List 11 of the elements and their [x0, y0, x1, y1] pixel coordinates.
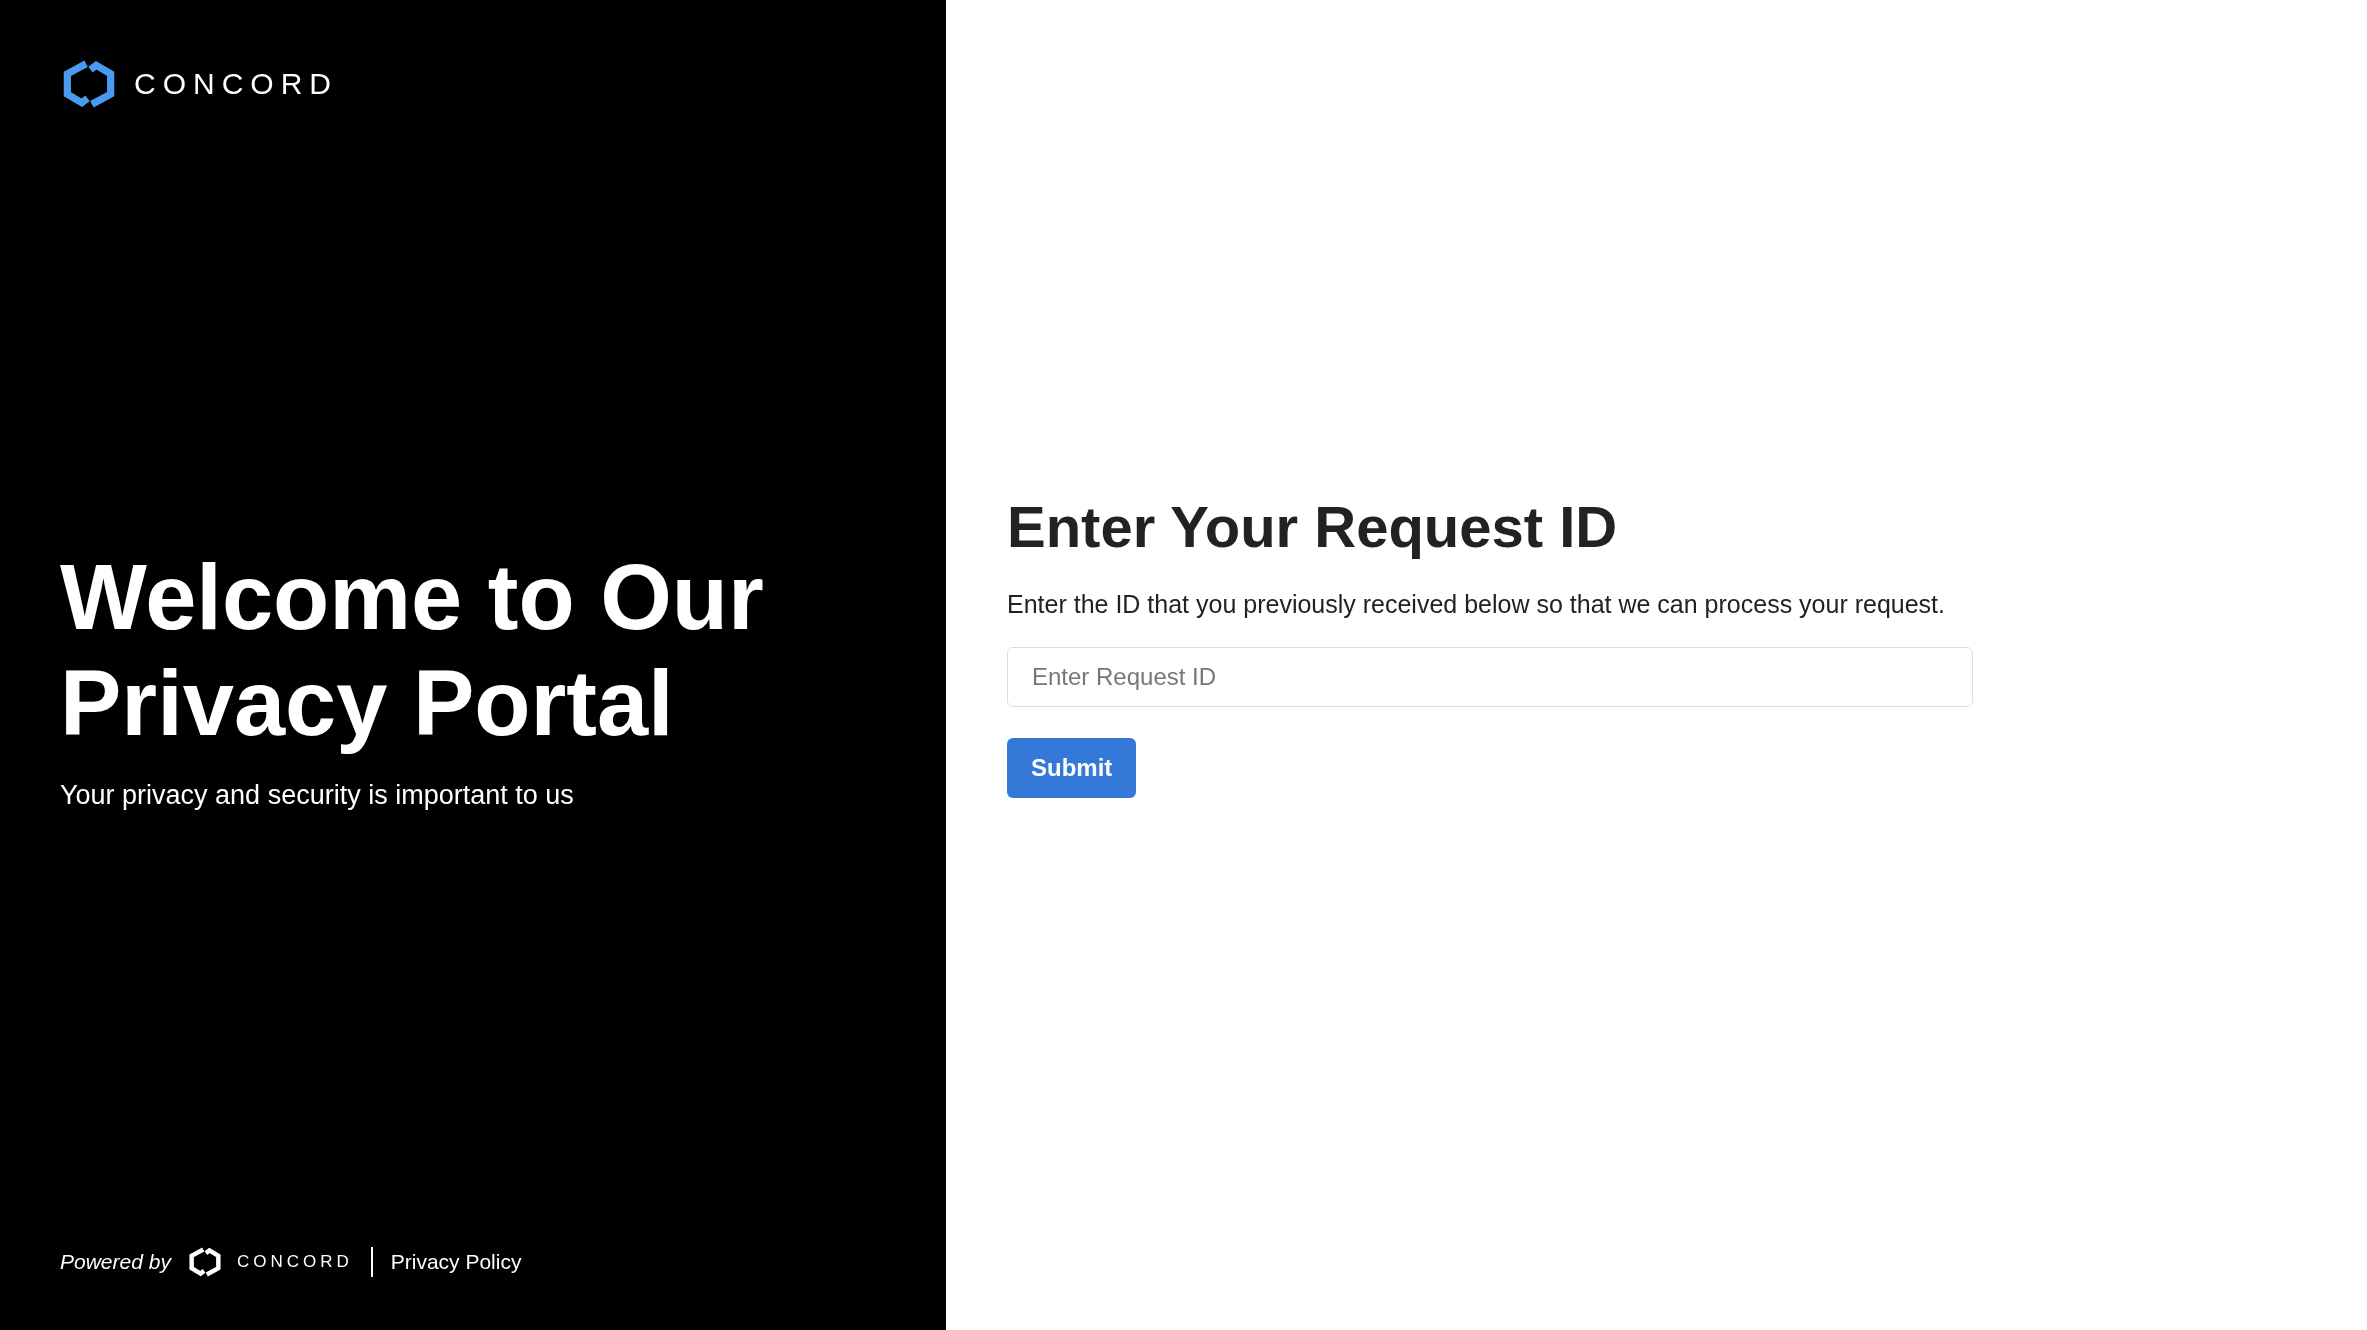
brand-name: CONCORD: [236, 1252, 353, 1272]
brand-name: CONCORD: [134, 67, 338, 101]
powered-by-text: Powered by: [60, 1250, 171, 1274]
form-title: Enter Your Request ID: [1007, 492, 1619, 560]
submit-button[interactable]: Submit: [1007, 737, 1137, 798]
privacy-policy-link[interactable]: Privacy Policy: [390, 1250, 522, 1274]
hero-title: Welcome to Our Privacy Portal: [60, 544, 765, 756]
hero-subtitle: Your privacy and security is important to us: [60, 780, 575, 812]
form-description: Enter the ID that you previously received below so that we can process your request.: [1007, 589, 1946, 619]
request-id-field[interactable]: Enter Request ID: [1007, 646, 1973, 707]
logo-icon: [186, 1246, 223, 1278]
